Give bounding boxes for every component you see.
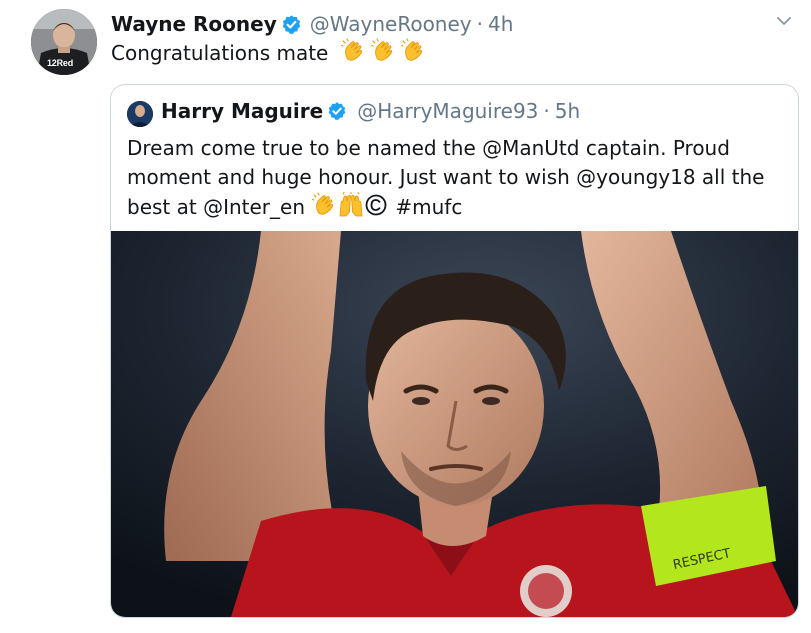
verified-badge-icon	[328, 102, 346, 120]
clapping-emoji-group	[340, 38, 426, 71]
chevron-down-icon[interactable]	[776, 13, 792, 29]
verified-badge-icon	[282, 14, 301, 34]
avatar-sponsor-text: 12Red	[47, 58, 74, 68]
tweet[interactable]: 12Red Wayne Rooney @WayneRooney · 4h Con…	[0, 0, 811, 633]
quoted-text-line-start: best at @Inter_en	[127, 195, 305, 219]
author-handle[interactable]: @WayneRooney	[310, 12, 472, 36]
quoted-tweet-time[interactable]: 5h	[555, 99, 580, 123]
author-avatar[interactable]: 12Red	[31, 9, 97, 75]
tweet-time[interactable]: 4h	[488, 12, 513, 36]
tweet-text-body: Congratulations mate	[111, 41, 329, 65]
quoted-tweet-photo[interactable]: RESPECT	[111, 231, 798, 617]
clapping-hands-icon	[340, 38, 362, 61]
quoted-tweet-text: Dream come true to be named the @ManUtd …	[127, 134, 777, 226]
quoted-author-name[interactable]: Harry Maguire	[161, 99, 323, 123]
quoted-tweet-header: Harry Maguire @HarryMaguire93 · 5h	[161, 99, 580, 123]
tweet-header: Wayne Rooney @WayneRooney · 4h	[111, 10, 513, 38]
quoted-emoji-group	[306, 191, 388, 226]
raising-hands-icon	[339, 191, 363, 217]
copyright-icon	[365, 194, 387, 216]
clapping-hands-icon	[312, 192, 333, 215]
quoted-tweet[interactable]: Harry Maguire @HarryMaguire93 · 5h Dream…	[110, 84, 799, 618]
quoted-text-line: best at @Inter_en #mufc	[127, 191, 777, 226]
separator-dot: ·	[476, 12, 483, 36]
quoted-text-line: Dream come true to be named the @ManUtd …	[127, 136, 730, 160]
separator-dot: ·	[543, 99, 550, 123]
photo-image: RESPECT	[111, 231, 798, 617]
clapping-hands-icon	[371, 38, 393, 61]
quoted-author-avatar[interactable]	[127, 101, 153, 127]
clapping-hands-icon	[401, 38, 423, 61]
quoted-hashtag[interactable]: #mufc	[395, 195, 462, 219]
quoted-avatar-photo	[127, 101, 153, 127]
author-name[interactable]: Wayne Rooney	[111, 12, 277, 36]
quoted-text-line: moment and huge honour. Just want to wis…	[127, 165, 765, 189]
tweet-text: Congratulations mate	[111, 38, 425, 71]
quoted-author-handle[interactable]: @HarryMaguire93	[357, 99, 538, 123]
